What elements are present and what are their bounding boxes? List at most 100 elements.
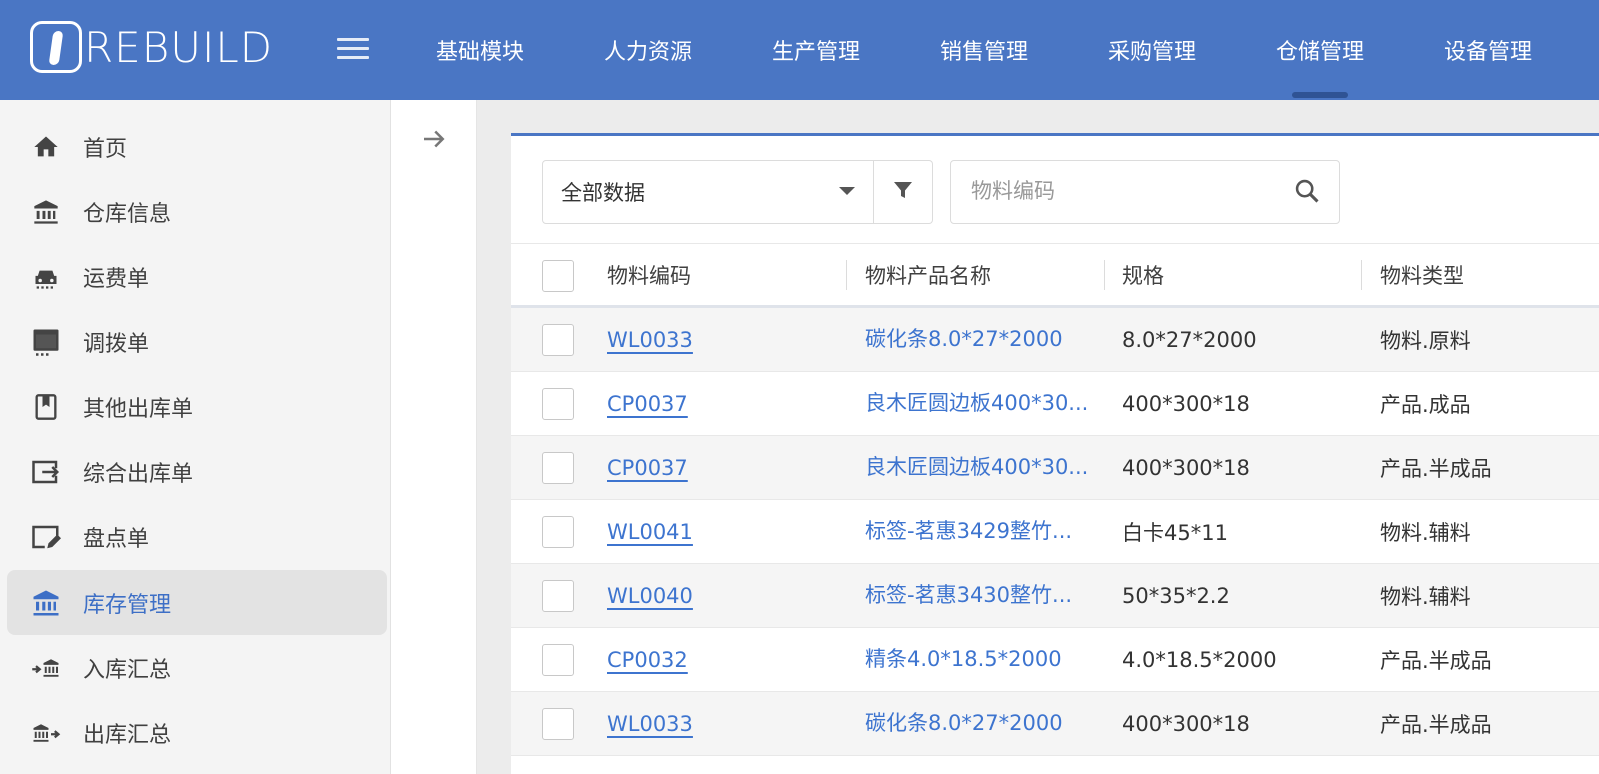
material-type-cell: 物料.原料 xyxy=(1380,328,1471,353)
column-divider[interactable] xyxy=(846,260,847,290)
product-name-link[interactable]: 标签-茗惠3429整竹... xyxy=(865,500,1072,563)
caret-down-icon xyxy=(839,187,855,195)
row-checkbox[interactable] xyxy=(542,580,574,612)
search-input[interactable] xyxy=(951,161,1281,221)
material-type-cell: 产品.成品 xyxy=(1380,392,1471,417)
sidebar-item-label: 其他出库单 xyxy=(83,396,194,422)
material-type-cell: 产品.半成品 xyxy=(1380,712,1492,737)
sidebar-item-label: 运费单 xyxy=(83,266,150,292)
nav-item-basic[interactable]: 基础模块 xyxy=(396,0,564,100)
material-code-link[interactable]: WL0040 xyxy=(607,584,693,608)
table-row[interactable]: CP0032 精条4.0*18.5*2000 4.0*18.5*2000 产品.… xyxy=(511,628,1599,692)
list-toolbar: 全部数据 xyxy=(542,160,1340,224)
nav-item-hr[interactable]: 人力资源 xyxy=(564,0,732,100)
product-name-link[interactable]: 良木匠圆边板400*30... xyxy=(865,372,1088,435)
table-row[interactable]: WL0033 碳化条8.0*27*2000 400*300*18 产品.半成品 xyxy=(511,692,1599,756)
sidebar-item-label: 仓库信息 xyxy=(83,201,172,227)
sidebar-item-label: 盘点单 xyxy=(83,526,150,552)
product-name-link[interactable]: 良木匠圆边板400*30... xyxy=(865,436,1088,499)
row-checkbox[interactable] xyxy=(542,644,574,676)
product-name-link[interactable]: 碳化条8.0*27*2000 xyxy=(865,692,1063,755)
sidebar-item-other-outbound[interactable]: 其他出库单 xyxy=(7,374,387,439)
bank-icon xyxy=(29,195,63,229)
material-type-cell: 产品.半成品 xyxy=(1380,456,1492,481)
material-type-cell: 产品.半成品 xyxy=(1380,648,1492,673)
spec-cell: 50*35*2.2 xyxy=(1122,583,1230,608)
arrow-right-icon[interactable] xyxy=(419,124,449,154)
sidebar-item-combined-outbound[interactable]: 综合出库单 xyxy=(7,439,387,504)
spec-cell: 400*300*18 xyxy=(1122,711,1250,736)
nav-item-warehouse[interactable]: 仓储管理 xyxy=(1236,0,1404,100)
secondary-panel xyxy=(391,100,477,774)
car-icon xyxy=(29,260,63,294)
sidebar-item-inbound-summary[interactable]: 入库汇总 xyxy=(7,635,387,700)
product-name-link[interactable]: 精条4.0*18.5*2000 xyxy=(865,628,1062,691)
nav-item-sales[interactable]: 销售管理 xyxy=(900,0,1068,100)
menu-toggle-icon[interactable] xyxy=(337,38,369,60)
table-row[interactable]: CP0037 良木匠圆边板400*30... 400*300*18 产品.成品 xyxy=(511,372,1599,436)
column-header-type[interactable]: 物料类型 xyxy=(1380,244,1464,306)
nav-item-purchase[interactable]: 采购管理 xyxy=(1068,0,1236,100)
bookmark-icon xyxy=(29,390,63,424)
sidebar-item-label: 入库汇总 xyxy=(83,657,172,683)
sidebar: 首页 仓库信息 运费单 调拨单 其他出库单 综合出库单 盘点单 库存管理 入库汇… xyxy=(0,100,391,774)
card-icon xyxy=(29,325,63,359)
column-divider[interactable] xyxy=(1361,260,1362,290)
top-nav: 基础模块 人力资源 生产管理 销售管理 采购管理 仓储管理 设备管理 xyxy=(396,0,1572,100)
sidebar-item-home[interactable]: 首页 xyxy=(7,114,387,179)
column-header-spec[interactable]: 规格 xyxy=(1122,244,1164,306)
row-checkbox[interactable] xyxy=(542,516,574,548)
sidebar-item-freight[interactable]: 运费单 xyxy=(7,244,387,309)
table-row[interactable]: WL0041 标签-茗惠3429整竹... 白卡45*11 物料.辅料 xyxy=(511,500,1599,564)
search-icon[interactable] xyxy=(1293,177,1323,207)
nav-item-equipment[interactable]: 设备管理 xyxy=(1404,0,1572,100)
data-list-card: 全部数据 物料编码 物料产品名称 规格 物料类型 WL0033 碳化条8.0*2… xyxy=(511,133,1599,774)
filter-icon xyxy=(891,178,915,206)
material-code-link[interactable]: CP0037 xyxy=(607,456,688,480)
data-scope-value: 全部数据 xyxy=(561,181,645,205)
column-header-name[interactable]: 物料产品名称 xyxy=(865,244,991,306)
row-checkbox[interactable] xyxy=(542,708,574,740)
material-type-cell: 物料.辅料 xyxy=(1380,584,1471,609)
sidebar-item-label: 调拨单 xyxy=(83,331,150,357)
product-name-link[interactable]: 碳化条8.0*27*2000 xyxy=(865,308,1063,371)
spec-cell: 400*300*18 xyxy=(1122,455,1250,480)
filter-button[interactable] xyxy=(874,160,933,224)
spec-cell: 4.0*18.5*2000 xyxy=(1122,647,1277,672)
material-code-link[interactable]: WL0033 xyxy=(607,328,693,352)
logo[interactable]: REBUILD xyxy=(30,21,273,73)
sidebar-item-inventory[interactable]: 库存管理 xyxy=(7,570,387,635)
logo-text: REBUILD xyxy=(84,22,274,72)
column-divider[interactable] xyxy=(1104,260,1105,290)
material-code-link[interactable]: WL0033 xyxy=(607,712,693,736)
material-code-link[interactable]: CP0032 xyxy=(607,648,688,672)
bank-icon xyxy=(29,586,63,620)
table-row[interactable]: CP0037 良木匠圆边板400*30... 400*300*18 产品.半成品 xyxy=(511,436,1599,500)
bank-out-icon xyxy=(29,716,63,750)
data-scope-select[interactable]: 全部数据 xyxy=(542,160,874,224)
sidebar-item-outbound-summary[interactable]: 出库汇总 xyxy=(7,700,387,765)
export-icon xyxy=(29,455,63,489)
sidebar-item-label: 库存管理 xyxy=(83,592,172,618)
product-name-link[interactable]: 标签-茗惠3430整竹... xyxy=(865,564,1072,627)
row-checkbox[interactable] xyxy=(542,388,574,420)
sidebar-item-label: 出库汇总 xyxy=(83,722,172,748)
sidebar-item-label: 首页 xyxy=(83,136,128,162)
sidebar-item-warehouse-info[interactable]: 仓库信息 xyxy=(7,179,387,244)
home-icon xyxy=(29,130,63,164)
row-checkbox[interactable] xyxy=(542,324,574,356)
material-code-link[interactable]: WL0041 xyxy=(607,520,693,544)
logo-mark-icon xyxy=(30,21,82,73)
material-code-link[interactable]: CP0037 xyxy=(607,392,688,416)
table-row[interactable]: WL0040 标签-茗惠3430整竹... 50*35*2.2 物料.辅料 xyxy=(511,564,1599,628)
sidebar-item-label: 综合出库单 xyxy=(83,461,194,487)
search-box xyxy=(950,160,1340,224)
sidebar-item-stocktake[interactable]: 盘点单 xyxy=(7,504,387,569)
select-all-checkbox[interactable] xyxy=(542,260,574,292)
top-navbar: REBUILD 基础模块 人力资源 生产管理 销售管理 采购管理 仓储管理 设备… xyxy=(0,0,1599,100)
row-checkbox[interactable] xyxy=(542,452,574,484)
nav-item-production[interactable]: 生产管理 xyxy=(732,0,900,100)
table-row[interactable]: WL0033 碳化条8.0*27*2000 8.0*27*2000 物料.原料 xyxy=(511,308,1599,372)
column-header-code[interactable]: 物料编码 xyxy=(607,244,691,306)
sidebar-item-transfer[interactable]: 调拨单 xyxy=(7,309,387,374)
